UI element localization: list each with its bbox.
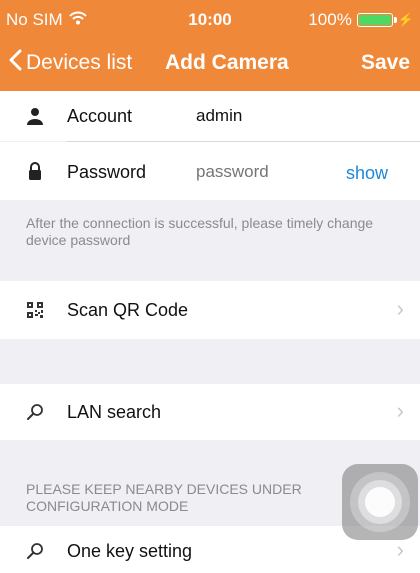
chevron-right-icon: › (396, 537, 404, 562)
lock-icon (24, 160, 46, 182)
chevron-left-icon (8, 49, 22, 77)
chevron-right-icon: › (396, 296, 404, 321)
one-key-setting-label: One key setting (67, 541, 193, 561)
scan-qr-row[interactable]: Scan QR Code › (0, 281, 420, 339)
password-input[interactable] (196, 162, 326, 182)
battery-fill (358, 15, 391, 25)
configuration-note: PLEASE KEEP NEARBY DEVICES UNDER CONFIGU… (26, 481, 302, 514)
save-button[interactable]: Save (361, 51, 410, 75)
password-note: After the connection is successful, plea… (26, 215, 374, 248)
battery-icon (356, 13, 397, 27)
person-icon (24, 105, 46, 127)
search-icon (24, 540, 46, 562)
top-bar: No SIM 10:00 100% ⚡ Devices list Add Cam… (0, 0, 420, 91)
show-password-button[interactable]: show (346, 163, 388, 184)
scan-qr-label: Scan QR Code (67, 300, 189, 320)
page-title: Add Camera (165, 51, 289, 74)
account-value[interactable]: admin (196, 106, 242, 126)
qr-code-icon (24, 299, 46, 321)
account-label: Account (67, 106, 133, 126)
back-label: Devices list (26, 51, 133, 74)
search-icon (24, 401, 46, 423)
lan-search-row[interactable]: LAN search › (0, 384, 420, 440)
navigation-bar: Devices list Add Camera Save (0, 40, 420, 91)
password-label: Password (67, 162, 147, 182)
account-row[interactable]: Account admin (0, 91, 420, 141)
bolt-icon: ⚡ (397, 12, 414, 27)
password-row: Password show (0, 142, 420, 200)
back-button[interactable]: Devices list (8, 49, 132, 77)
lan-search-label: LAN search (67, 402, 162, 422)
chevron-right-icon: › (396, 398, 404, 423)
status-bar: No SIM 10:00 100% ⚡ (0, 0, 420, 40)
battery-percent: 100% (308, 10, 352, 29)
assistive-touch-button[interactable] (342, 464, 418, 540)
